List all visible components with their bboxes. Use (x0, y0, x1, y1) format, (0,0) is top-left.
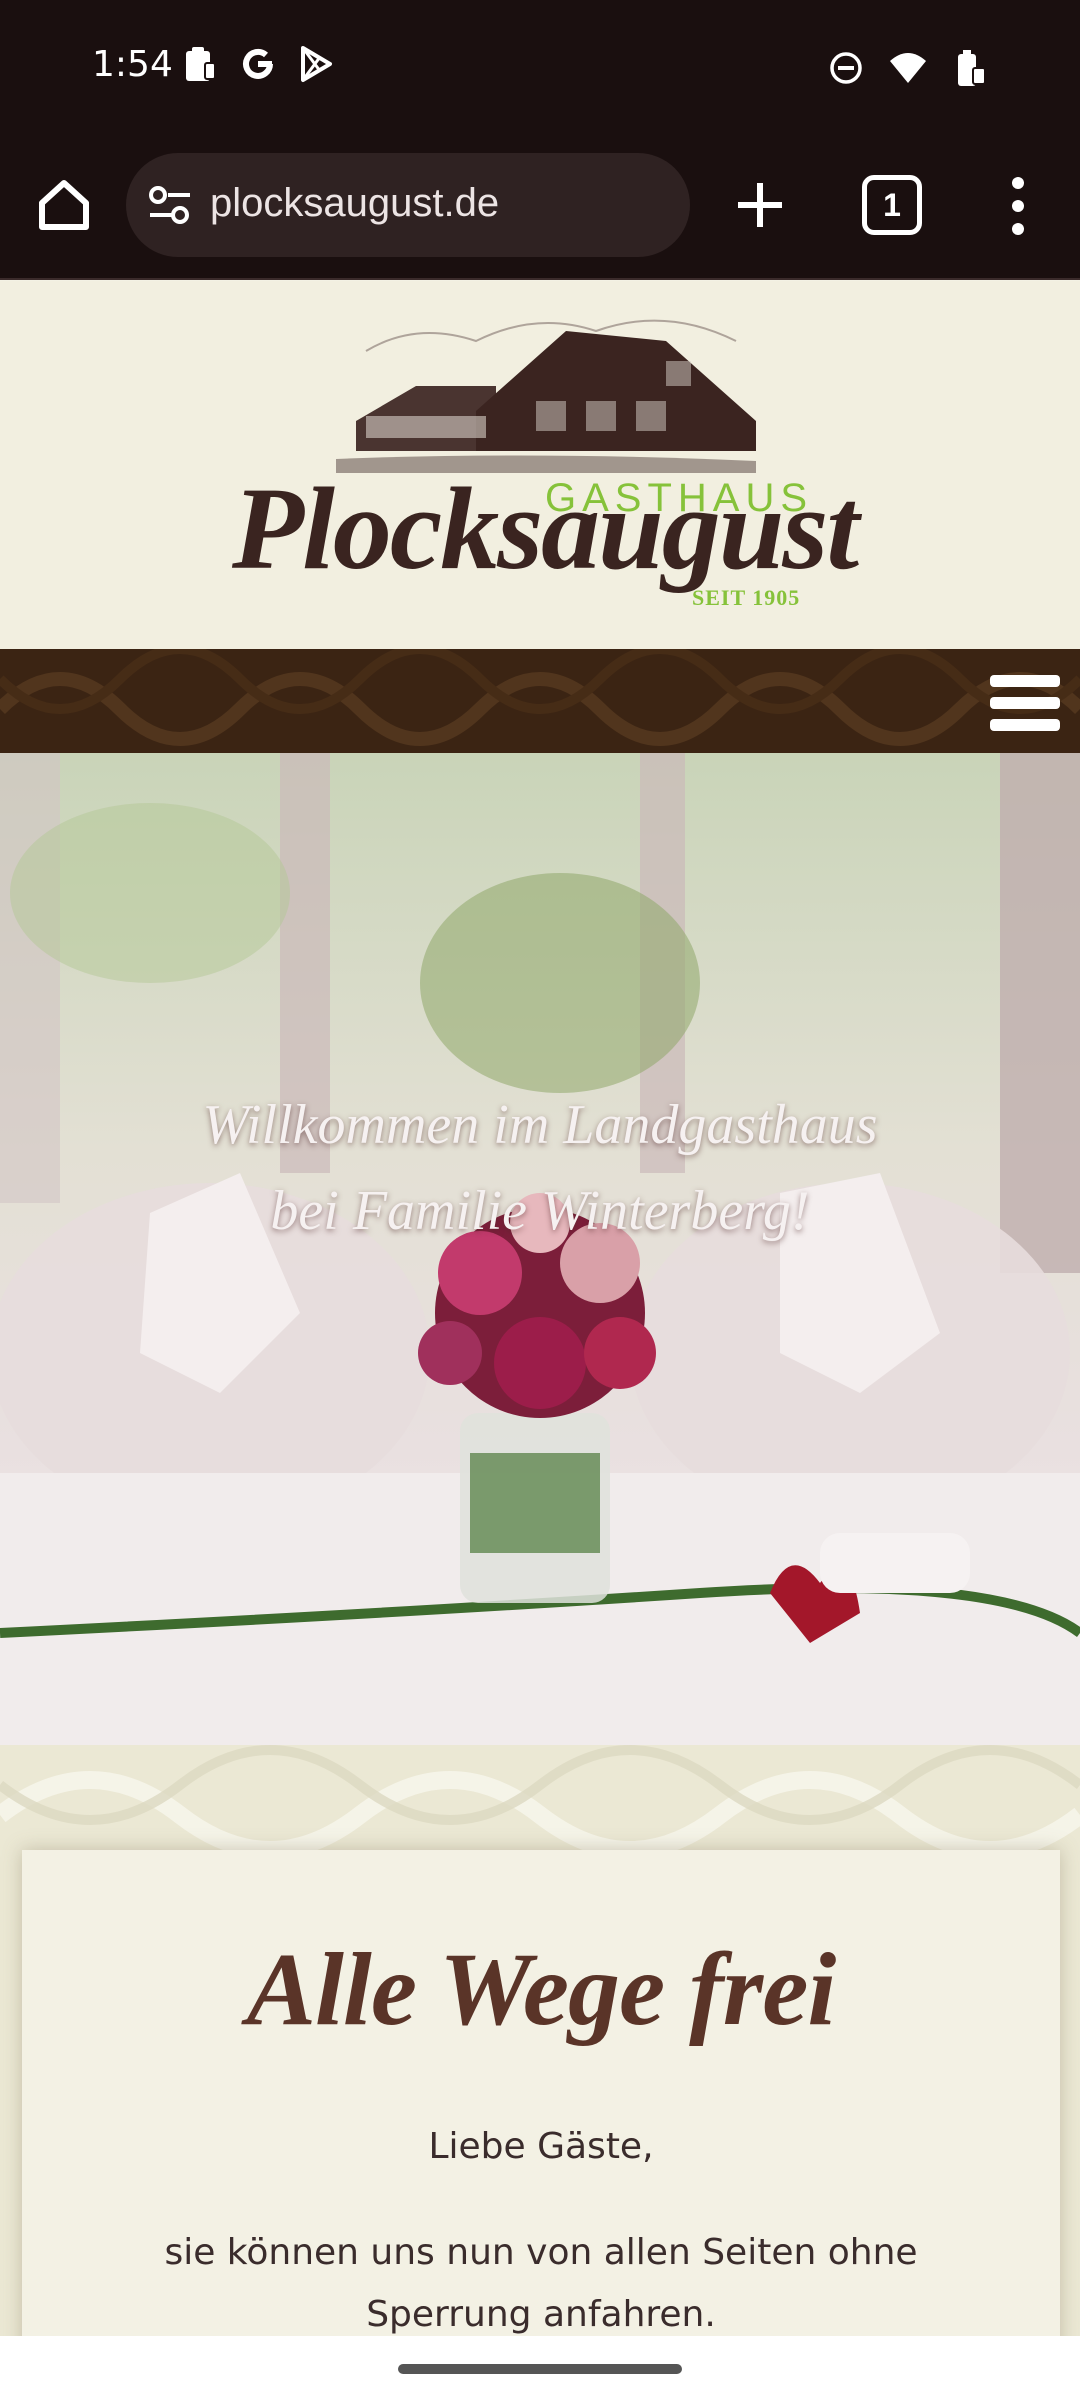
status-time: 1:54 (92, 44, 173, 85)
address-bar[interactable]: plocksaugust.de (126, 153, 690, 257)
tab-switcher-button[interactable]: 1 (862, 175, 922, 235)
notification-icons (180, 44, 336, 84)
news-title: Alle Wege frei (246, 1932, 837, 2047)
new-tab-button[interactable] (726, 171, 794, 239)
news-card: Alle Wege frei Liebe Gäste, sie können u… (22, 1850, 1060, 2400)
navigation-gesture-bar (0, 2336, 1080, 2400)
play-store-icon (296, 44, 336, 84)
tab-count: 1 (883, 186, 901, 223)
home-icon (39, 180, 89, 230)
battery-icon (950, 48, 990, 88)
wifi-icon (888, 48, 928, 88)
navigation-bar (0, 649, 1080, 753)
house-illustration (336, 319, 756, 473)
more-vert-icon (1012, 177, 1024, 235)
do-not-disturb-icon (826, 48, 866, 88)
hero-headline-line2: bei Familie Winterberg! (270, 1180, 810, 1242)
site-header: GASTHAUS Plocksaugust SEIT 1905 (0, 281, 1080, 649)
news-body: sie können uns nun von allen Seiten ohne… (164, 2232, 918, 2335)
hero-banner: Willkommen im Landgasthaus bei Familie W… (0, 753, 1080, 1745)
hero-image (0, 753, 1080, 1745)
gesture-handle[interactable] (398, 2364, 682, 2374)
status-bar: 1:54 (0, 0, 1080, 135)
google-icon (238, 44, 278, 84)
home-button[interactable] (32, 173, 96, 237)
browser-menu-button[interactable] (1000, 171, 1036, 241)
news-greeting: Liebe Gäste, (428, 2126, 654, 2167)
logo-since-text: SEIT 1905 (692, 585, 801, 610)
url-text: plocksaugust.de (210, 181, 500, 225)
site-settings-icon[interactable] (146, 183, 194, 227)
menu-hamburger-icon[interactable] (990, 675, 1060, 731)
logo-name-text: Plocksaugust (232, 463, 859, 594)
ornament-pattern (0, 649, 1080, 746)
clipboard-icon (180, 44, 220, 84)
browser-toolbar: plocksaugust.de 1 (0, 135, 1080, 280)
system-icons (826, 48, 990, 88)
plus-icon (738, 183, 782, 227)
hero-headline-line1: Willkommen im Landgasthaus (202, 1094, 878, 1156)
